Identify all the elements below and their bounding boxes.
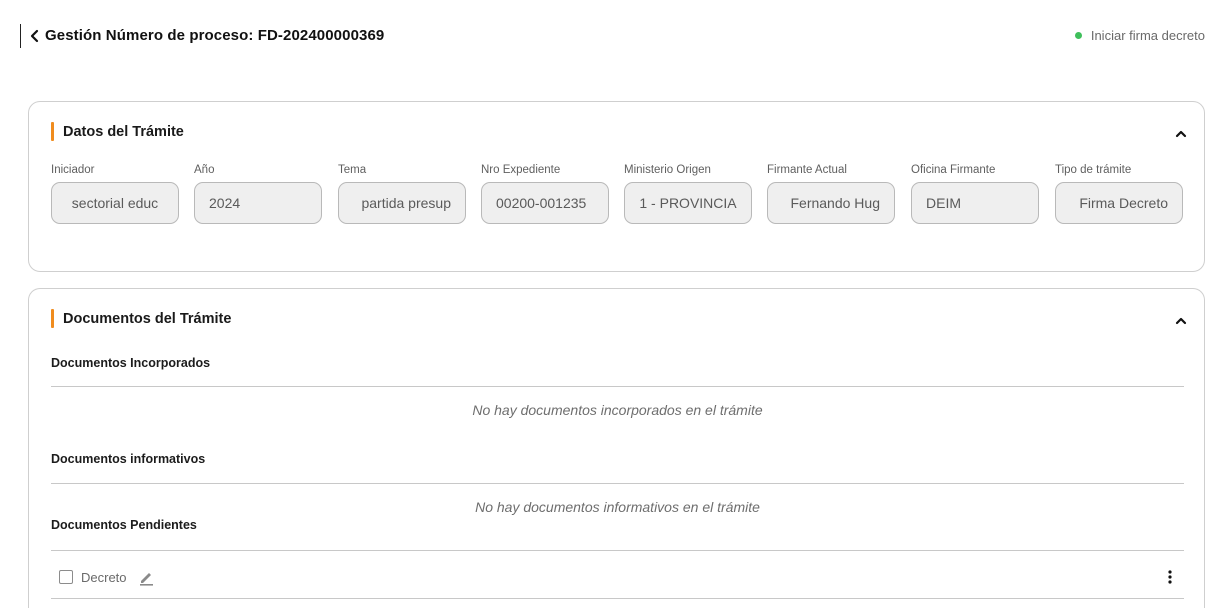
- ministerio-origen-input[interactable]: 1 - PROVINCIA: [624, 182, 752, 224]
- incorporados-heading: Documentos Incorporados: [51, 356, 211, 370]
- page-title: Gestión Número de proceso: FD-2024000003…: [45, 27, 385, 44]
- iniciador-input[interactable]: sectorial educ: [51, 182, 179, 224]
- field-label: Oficina Firmante: [911, 164, 996, 176]
- documentos-tramite-title: Documentos del Trámite: [63, 310, 232, 327]
- chevron-up-icon[interactable]: [1174, 128, 1188, 140]
- divider: [51, 550, 1184, 551]
- datos-tramite-title: Datos del Trámite: [63, 123, 184, 140]
- page-header: Gestión Número de proceso: FD-2024000003…: [0, 0, 1211, 72]
- firmante-actual-input[interactable]: Fernando Hug: [767, 182, 895, 224]
- field-label: Nro Expediente: [481, 164, 561, 176]
- field-ministerio-origen: Ministerio Origen 1 - PROVINCIA: [624, 164, 752, 224]
- field-firmante-actual: Firmante Actual Fernando Hug: [767, 164, 895, 224]
- divider: [51, 598, 1184, 599]
- list-item: Decreto: [51, 557, 1184, 597]
- pencil-icon[interactable]: [137, 568, 155, 586]
- field-nro-expediente: Nro Expediente 00200-001235: [481, 164, 609, 224]
- field-iniciador: Iniciador sectorial educ: [51, 164, 179, 224]
- field-label: Tema: [338, 164, 367, 176]
- section-accent: [51, 309, 54, 328]
- documentos-tramite-header: Documentos del Trámite: [51, 309, 231, 328]
- section-accent: [51, 122, 54, 141]
- incorporados-empty-message: No hay documentos incorporados en el trá…: [472, 402, 763, 418]
- pendientes-heading: Documentos Pendientes: [51, 518, 197, 532]
- chevron-left-icon[interactable]: [27, 27, 41, 45]
- field-tipo-tramite: Tipo de trámite Firma Decreto: [1055, 164, 1183, 224]
- start-signature-action[interactable]: Iniciar firma decreto: [1074, 28, 1205, 43]
- oficina-firmante-input[interactable]: DEIM: [911, 182, 1039, 224]
- nro-expediente-input[interactable]: 00200-001235: [481, 182, 609, 224]
- status-dot-icon: [1074, 32, 1082, 39]
- datos-tramite-card: Datos del Trámite Iniciador sectorial ed…: [28, 101, 1205, 272]
- divider: [51, 483, 1184, 484]
- field-label: Año: [194, 164, 215, 176]
- datos-tramite-header: Datos del Trámite: [51, 122, 184, 141]
- field-label: Firmante Actual: [767, 164, 847, 176]
- field-oficina-firmante: Oficina Firmante DEIM: [911, 164, 1039, 224]
- field-anio: Año 2024: [194, 164, 322, 224]
- document-name: Decreto: [81, 569, 127, 585]
- anio-input[interactable]: 2024: [194, 182, 322, 224]
- informativos-heading: Documentos informativos: [51, 452, 206, 466]
- field-label: Tipo de trámite: [1055, 164, 1132, 176]
- divider: [51, 386, 1184, 387]
- documentos-tramite-card: Documentos del Trámite Documentos Incorp…: [28, 288, 1205, 608]
- informativos-empty-message: No hay documentos informativos en el trá…: [475, 499, 760, 515]
- more-vertical-icon[interactable]: [1166, 568, 1174, 586]
- tipo-tramite-input[interactable]: Firma Decreto: [1055, 182, 1183, 224]
- chevron-up-icon[interactable]: [1174, 315, 1188, 327]
- status-label: Iniciar firma decreto: [1090, 28, 1205, 43]
- header-divider: [20, 24, 21, 48]
- document-checkbox[interactable]: [59, 570, 73, 584]
- tema-input[interactable]: partida presup: [338, 182, 466, 224]
- field-label: Ministerio Origen: [624, 164, 711, 176]
- field-tema: Tema partida presup: [338, 164, 466, 224]
- field-label: Iniciador: [51, 164, 95, 176]
